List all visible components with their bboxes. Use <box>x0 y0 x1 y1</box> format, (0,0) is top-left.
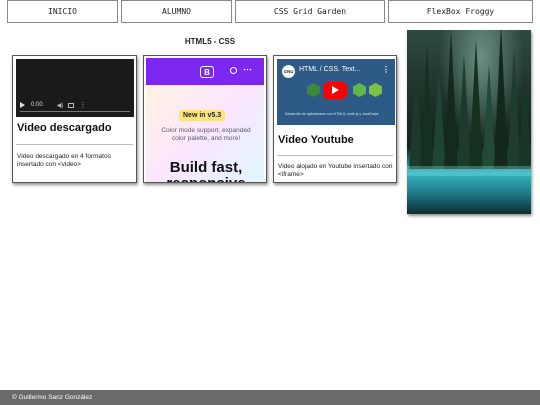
section-title: HTML5 - CSS <box>184 37 236 46</box>
channel-avatar[interactable]: GNU <box>282 65 295 78</box>
video-controls: 0:00 ◀) ⋮ <box>20 100 130 110</box>
nav-inicio-button[interactable]: INICIO <box>7 0 118 23</box>
video-player[interactable]: 0:00 ◀) ⋮ <box>16 59 134 117</box>
video-progress-bar[interactable] <box>20 111 130 112</box>
more-icon[interactable]: ⋯ <box>243 64 252 75</box>
water-reflection <box>407 166 531 176</box>
tree-shape <box>518 71 531 169</box>
forest-lake-image <box>407 30 531 214</box>
play-icon <box>332 86 339 94</box>
youtube-video-title[interactable]: HTML / CSS. Text... <box>299 66 360 73</box>
bootstrap-headline: Build fast, responsive <box>166 159 245 183</box>
tree-shape <box>469 39 483 169</box>
more-icon[interactable]: ⋮ <box>382 65 390 74</box>
search-icon[interactable] <box>230 67 237 74</box>
nav-css-grid-garden-button[interactable]: CSS Grid Garden <box>235 0 385 23</box>
bootstrap-embed[interactable]: B ⋯ New in v5.3 Color mode support, expa… <box>146 58 264 182</box>
more-icon[interactable]: ⋮ <box>79 101 86 109</box>
card-description: Video alojado en Youtube insertado con <… <box>278 163 393 178</box>
bootstrap-embed-card: B ⋯ New in v5.3 Color mode support, expa… <box>143 55 267 183</box>
play-icon[interactable] <box>20 102 25 108</box>
card-description: Video descargado en 4 formatos insertado… <box>17 153 111 168</box>
fullscreen-icon[interactable] <box>68 102 75 108</box>
volume-icon[interactable]: ◀) <box>57 102 64 109</box>
bootstrap-subtitle: Color mode support, expanded color palet… <box>161 127 251 142</box>
nodejs-logo-icon <box>369 83 382 97</box>
tree-shape <box>494 30 508 169</box>
version-badge[interactable]: New in v5.3 <box>179 110 226 121</box>
nav-alumno-button[interactable]: ALUMNO <box>121 0 232 23</box>
nav-flexbox-froggy-button[interactable]: FlexBox Froggy <box>388 0 533 23</box>
youtube-card: GNU HTML / CSS. Text... ⋮ Desarrollo de … <box>273 55 397 183</box>
hexagon-logo-icon <box>353 83 366 97</box>
tree-shape <box>444 30 458 169</box>
footer: © Guillermo Sanz González <box>0 390 540 405</box>
footer-copyright: © Guillermo Sanz González <box>12 394 93 401</box>
video-card: 0:00 ◀) ⋮ Video descargado Video descarg… <box>12 55 137 183</box>
card-divider <box>277 155 393 156</box>
top-nav: INICIO ALUMNO CSS Grid Garden FlexBox Fr… <box>0 0 540 23</box>
bootstrap-logo-icon[interactable]: B <box>200 66 214 78</box>
youtube-embed[interactable]: GNU HTML / CSS. Text... ⋮ Desarrollo de … <box>277 59 395 125</box>
hexagon-logo-icon <box>307 83 320 97</box>
card-divider <box>16 144 133 145</box>
youtube-play-button[interactable] <box>323 82 347 99</box>
video-time: 0:00 <box>31 102 43 108</box>
card-title: Video descargado <box>17 122 112 134</box>
card-title: Video Youtube <box>278 134 354 146</box>
youtube-thumbnail-caption: Desarrollo de aplicaciones con HTML5, no… <box>285 112 379 116</box>
bootstrap-header-bar: B ⋯ <box>146 58 264 85</box>
